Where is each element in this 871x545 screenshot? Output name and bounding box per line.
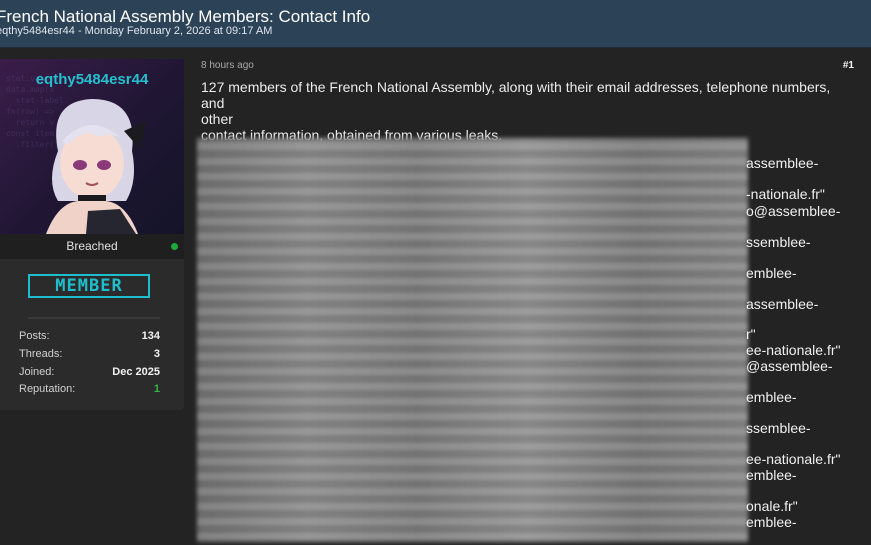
visible-text-fragment: emblee- [746, 467, 797, 483]
post-body: 127 members of the French National Assem… [201, 79, 846, 143]
stat-value[interactable]: 1 [154, 383, 160, 395]
stat-label: Reputation: [19, 383, 76, 395]
stat-label: Posts: [19, 330, 50, 342]
post-intro-line: 127 members of the French National Assem… [201, 79, 831, 111]
visible-text-fragment: ssemblee- [746, 234, 811, 250]
user-panel: stat.value data.map(x stat-label fn(row)… [0, 59, 184, 410]
thread-header: French National Assembly Members: Contac… [0, 0, 871, 48]
visible-text-fragment: emblee- [746, 389, 797, 405]
post-number-link[interactable]: #1 [843, 60, 854, 71]
stat-value[interactable]: 134 [142, 330, 160, 342]
stat-value: Dec 2025 [112, 366, 160, 378]
online-status-indicator [171, 243, 178, 250]
post-intro-line: other [201, 111, 233, 127]
user-group-label: Breached [66, 239, 118, 253]
visible-text-fragment: assemblee- [746, 155, 819, 171]
post-timestamp[interactable]: 8 hours ago [201, 60, 254, 71]
visible-text-fragment: emblee- [746, 265, 797, 281]
post-author-username[interactable]: eqthy5484esr44 [0, 71, 184, 88]
thread-byline[interactable]: eqthy5484esr44 - Monday February 2, 2026… [0, 25, 272, 37]
post-container: 8 hours ago #1 127 members of the French… [197, 59, 861, 545]
divider [28, 317, 160, 319]
visible-text-fragment: emblee- [746, 514, 797, 530]
visible-text-fragment: r" [746, 326, 756, 342]
thread-title: French National Assembly Members: Contac… [0, 7, 371, 26]
visible-text-fragment: ssemblee- [746, 420, 811, 436]
visible-text-fragment: ee-nationale.fr" [746, 342, 841, 358]
stat-label: Threads: [19, 348, 63, 360]
visible-text-fragment: -nationale.fr" [746, 186, 825, 202]
visible-text-fragment: o@assemblee- [746, 203, 841, 219]
avatar-area: stat.value data.map(x stat-label fn(row)… [0, 59, 184, 234]
stat-value[interactable]: 3 [154, 348, 160, 360]
visible-text-fragment: ee-nationale.fr" [746, 451, 841, 467]
stat-label: Joined: [19, 366, 55, 378]
redacted-text-lines [197, 143, 748, 539]
user-status-row: Breached [0, 234, 184, 259]
avatar[interactable] [28, 91, 156, 234]
visible-text-fragment: onale.fr" [746, 498, 798, 514]
visible-text-fragment: assemblee- [746, 296, 819, 312]
visible-text-fragment: @assemblee- [746, 358, 833, 374]
rank-badge: MEMBER [28, 274, 150, 298]
